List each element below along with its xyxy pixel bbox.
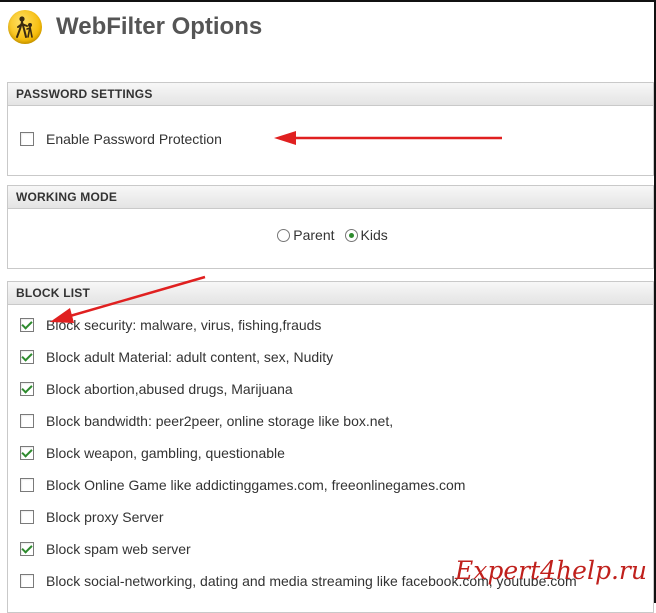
working-mode-options: Parent Kids [8, 209, 653, 261]
page-header: WebFilter Options [8, 8, 262, 46]
parent-radio[interactable] [277, 228, 291, 242]
block-item-checkbox[interactable] [20, 446, 34, 460]
block-list-item[interactable]: Block adult Material: adult content, sex… [8, 341, 653, 373]
working-mode-header: WORKING MODE [8, 186, 653, 209]
watermark: Expert4help.ru [455, 556, 647, 585]
block-item-checkbox[interactable] [20, 542, 34, 556]
block-item-label: Block abortion,abused drugs, Marijuana [46, 381, 293, 397]
block-list-header: BLOCK LIST [8, 282, 653, 305]
block-list-item[interactable]: Block bandwidth: peer2peer, online stora… [8, 405, 653, 437]
block-list-item[interactable]: Block security: malware, virus, fishing,… [8, 309, 653, 341]
block-list-item[interactable]: Block proxy Server [8, 501, 653, 533]
block-item-label: Block security: malware, virus, fishing,… [46, 317, 322, 333]
password-protection-checkbox[interactable] [20, 132, 34, 146]
block-item-checkbox[interactable] [20, 478, 34, 492]
block-list-items: Block security: malware, virus, fishing,… [8, 305, 653, 597]
block-item-checkbox[interactable] [20, 574, 34, 588]
block-item-label: Block proxy Server [46, 509, 164, 525]
mode-option-parent[interactable]: Parent [273, 227, 335, 243]
window-top-border [0, 0, 656, 2]
working-mode-panel: WORKING MODE Parent Kids [7, 185, 654, 269]
kids-radio[interactable] [344, 228, 358, 242]
password-protection-label: Enable Password Protection [46, 131, 222, 147]
block-list-item[interactable]: Block Online Game like addictinggames.co… [8, 469, 653, 501]
page-title: WebFilter Options [56, 13, 263, 40]
block-item-label: Block bandwidth: peer2peer, online stora… [46, 413, 394, 429]
kids-label: Kids [360, 227, 388, 243]
password-protection-row[interactable]: Enable Password Protection [8, 112, 653, 166]
parent-label: Parent [293, 227, 335, 243]
block-item-label: Block adult Material: adult content, sex… [46, 349, 334, 365]
block-item-checkbox[interactable] [20, 510, 34, 524]
block-list-item[interactable]: Block abortion,abused drugs, Marijuana [8, 373, 653, 405]
block-item-label: Block Online Game like addictinggames.co… [46, 477, 466, 493]
block-item-checkbox[interactable] [20, 318, 34, 332]
block-list-item[interactable]: Block weapon, gambling, questionable [8, 437, 653, 469]
block-item-checkbox[interactable] [20, 414, 34, 428]
pedestrian-icon [8, 10, 42, 44]
block-item-label: Block weapon, gambling, questionable [46, 445, 285, 461]
block-item-checkbox[interactable] [20, 350, 34, 364]
block-item-label: Block spam web server [46, 541, 191, 557]
password-settings-panel: PASSWORD SETTINGS Enable Password Protec… [7, 82, 654, 176]
password-settings-header: PASSWORD SETTINGS [8, 83, 653, 106]
block-item-checkbox[interactable] [20, 382, 34, 396]
mode-option-kids[interactable]: Kids [341, 227, 388, 243]
